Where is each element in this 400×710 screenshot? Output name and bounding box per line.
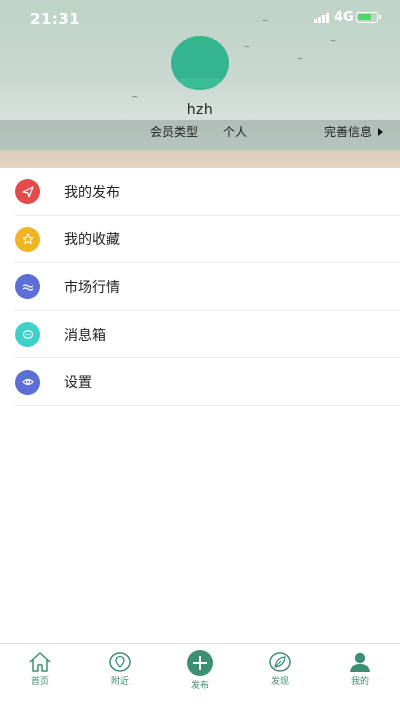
- leaf-icon: [267, 649, 293, 675]
- menu-item-label: 我的发布: [64, 184, 120, 201]
- header-beach-background: [0, 150, 400, 168]
- tab-label: 附近: [110, 677, 129, 687]
- menu-item-my-posts[interactable]: 我的发布: [0, 168, 400, 216]
- tab-nearby[interactable]: 附近: [80, 644, 160, 710]
- tab-mine[interactable]: 我的: [320, 644, 400, 710]
- tab-discover[interactable]: 发现: [240, 644, 320, 710]
- send-icon: [15, 179, 40, 205]
- user-icon: [347, 649, 373, 675]
- tab-label: 首页: [30, 677, 49, 687]
- menu-item-label: 设置: [64, 375, 92, 392]
- avatar-shadow: [180, 78, 220, 88]
- eye-icon: [15, 369, 40, 395]
- tab-home[interactable]: 首页: [0, 644, 80, 710]
- home-icon: [27, 649, 53, 675]
- signal-icon: [314, 13, 329, 23]
- member-type-label: 会员类型: [150, 125, 199, 139]
- star-icon: [15, 226, 40, 252]
- wave-icon: [15, 274, 40, 300]
- menu-item-label: 我的收藏: [64, 232, 120, 249]
- menu-item-favorites[interactable]: 我的收藏: [0, 216, 400, 264]
- location-icon: [107, 649, 133, 675]
- member-type-value: 个人: [223, 125, 248, 139]
- menu-item-settings[interactable]: 设置: [0, 358, 400, 406]
- profile-screen: 21:31 4G hzh 会员类型 个人 完善信息 我的发布 我的收藏 市场行情…: [0, 0, 400, 710]
- network-type: 4G: [334, 10, 354, 25]
- tab-label: 我的: [350, 677, 369, 687]
- menu-item-label: 市场行情: [64, 279, 120, 296]
- bird-decoration: [244, 46, 250, 49]
- complete-info-label: 完善信息: [324, 125, 373, 139]
- plus-icon: [187, 650, 213, 676]
- bird-decoration: [297, 58, 303, 61]
- profile-menu: 我的发布 我的收藏 市场行情 消息箱 设置: [0, 168, 400, 406]
- arrow-right-icon: [378, 127, 384, 136]
- tab-label: 发布: [190, 681, 209, 691]
- profile-header: 21:31 4G hzh 会员类型 个人 完善信息: [0, 0, 400, 168]
- status-time: 21:31: [30, 10, 81, 28]
- bottom-tab-bar: 首页 附近 发布 发现 我的: [0, 643, 400, 710]
- username: hzh: [186, 102, 214, 118]
- menu-item-label: 消息箱: [64, 327, 106, 344]
- tab-label: 发现: [270, 677, 289, 687]
- menu-item-market[interactable]: 市场行情: [0, 263, 400, 311]
- tab-publish[interactable]: 发布: [160, 644, 240, 710]
- bird-decoration: [330, 40, 336, 43]
- complete-info-link[interactable]: 完善信息: [324, 123, 384, 140]
- bird-decoration: [132, 96, 138, 99]
- menu-item-inbox[interactable]: 消息箱: [0, 311, 400, 359]
- chat-icon: [15, 322, 40, 348]
- status-bar: 21:31 4G: [0, 0, 400, 36]
- battery-icon: [356, 12, 381, 23]
